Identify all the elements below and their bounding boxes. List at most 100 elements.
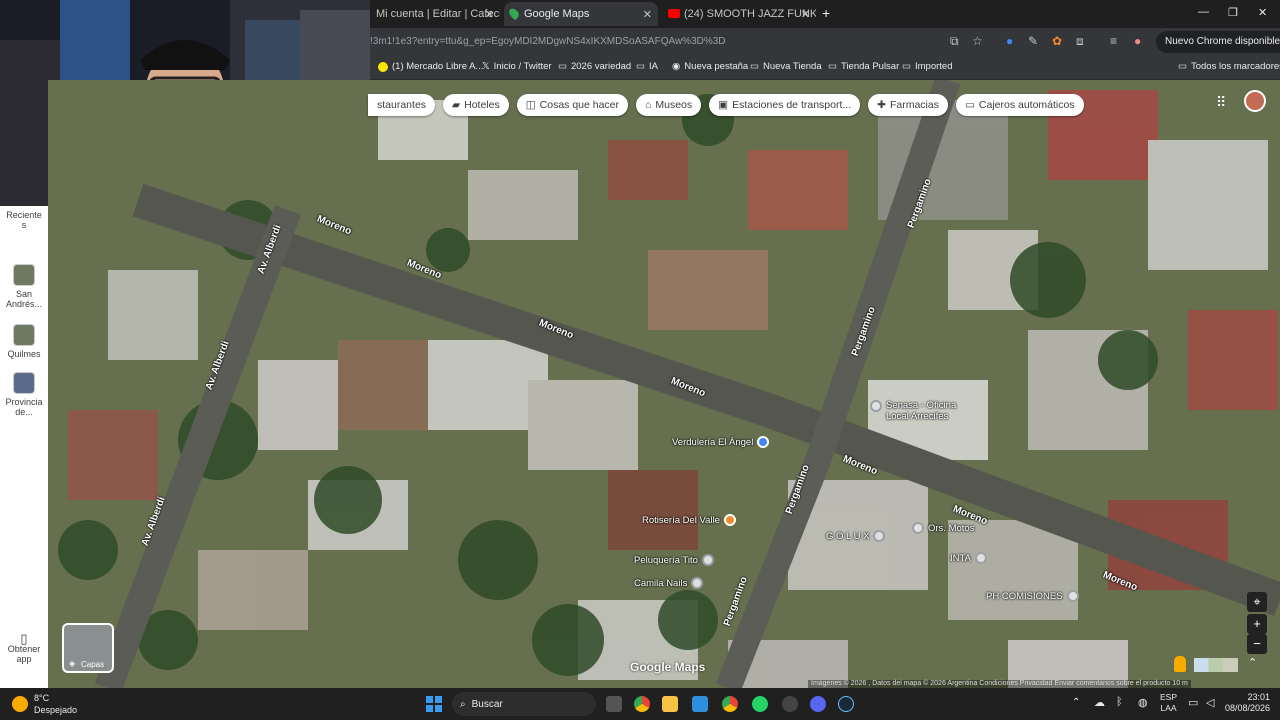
my-location-button[interactable]: ⌖	[1247, 592, 1267, 612]
bookmark-item[interactable]: ▭ Nueva Tienda	[750, 61, 822, 72]
whatsapp-icon[interactable]	[752, 696, 768, 712]
close-icon[interactable]: ✕	[485, 8, 494, 21]
globe-icon: ◉	[672, 61, 681, 72]
bluetooth-icon[interactable]: ᛒ	[1116, 696, 1123, 708]
poi-label: PH COMISIONES	[986, 590, 1063, 602]
chip-transit[interactable]: ▣ Estaciones de transport...	[709, 94, 861, 116]
poi-rotiseria[interactable]: Rotisería Del Valle	[642, 514, 736, 526]
poi-inta[interactable]: INTA	[950, 552, 987, 564]
bookmark-item[interactable]: ◉ Nueva pestaña	[672, 61, 748, 72]
chrome-icon[interactable]	[722, 696, 738, 712]
bookmark-label: (1) Mercado Libre A...	[392, 61, 484, 72]
folder-icon: ▭	[558, 61, 567, 72]
imagery-thumbnails[interactable]	[1194, 658, 1238, 672]
chip-museums[interactable]: ⌂ Museos	[636, 94, 702, 116]
poi-golux[interactable]: G O L U X	[826, 530, 886, 542]
minimize-button[interactable]: —	[1198, 6, 1209, 18]
chrome-update-pill[interactable]: Nuevo Chrome disponible ⋮	[1156, 31, 1280, 53]
poi-camila-nails[interactable]: Camila Nails	[634, 577, 704, 589]
sidebar-item-san-andres[interactable]: San Andrés...	[0, 264, 48, 309]
extension-icon[interactable]: ✿	[1052, 34, 1062, 48]
zoom-out-button[interactable]: −	[1247, 634, 1267, 654]
get-app-button[interactable]: ▯ Obtener app	[0, 631, 48, 664]
extension-icon[interactable]: ✎	[1028, 34, 1038, 48]
poi-pin-icon	[870, 400, 882, 412]
poi-label: Rotisería Del Valle	[642, 514, 720, 526]
avatar[interactable]: ●	[1134, 34, 1141, 48]
bookmark-item[interactable]: 𝕏 Inicio / Twitter	[482, 61, 552, 72]
chip-atm[interactable]: ▭ Cajeros automáticos	[955, 94, 1084, 116]
phone-icon: ▯	[20, 631, 28, 646]
layers-button[interactable]: ◈ Capas	[62, 623, 114, 673]
file-explorer-icon[interactable]	[662, 696, 678, 712]
sidebar-item-recents[interactable]: Recientes	[0, 210, 48, 230]
install-icon[interactable]: ⧉	[950, 34, 959, 49]
window-close-button[interactable]: ✕	[1258, 6, 1267, 19]
bookmark-item[interactable]: ▭ Imported	[902, 61, 952, 72]
tab-youtube[interactable]: (24) SMOOTH JAZZ FUNK FLOW ✕	[662, 2, 816, 26]
apps-grid-icon[interactable]: ⠿	[1216, 94, 1226, 111]
tab-label: (24) SMOOTH JAZZ FUNK FLOW	[684, 8, 816, 20]
zoom-in-button[interactable]: +	[1247, 614, 1267, 634]
chip-label: Estaciones de transport...	[732, 99, 852, 111]
poi-senasa[interactable]: Senasa - Oficina Local Arrecifes	[870, 400, 956, 422]
onedrive-icon[interactable]: ☁	[1094, 696, 1105, 709]
maximize-button[interactable]: ❐	[1228, 6, 1238, 19]
account-avatar[interactable]	[1244, 90, 1266, 112]
poi-ph-comisiones[interactable]: PH COMISIONES	[986, 590, 1079, 602]
vscode-icon[interactable]	[692, 696, 708, 712]
chip-pharmacies[interactable]: ✚ Farmacias	[868, 94, 948, 116]
chip-restaurants[interactable]: staurantes	[368, 94, 436, 116]
windows-start-icon[interactable]	[426, 696, 442, 712]
bookmark-item[interactable]: (1) Mercado Libre A...	[378, 61, 483, 72]
poi-label: Ors. Motos	[928, 522, 975, 534]
food-pin-icon	[723, 514, 736, 526]
puzzle-icon[interactable]: ⧈	[1076, 34, 1084, 49]
chrome-icon[interactable]	[634, 696, 650, 712]
all-bookmarks[interactable]: ▭ Todos los marcadores	[1178, 61, 1280, 72]
bookmark-label: Imported	[914, 61, 953, 72]
sidebar-item-quilmes[interactable]: Quilmes	[0, 324, 48, 359]
star-icon[interactable]: ☆	[972, 34, 983, 48]
lang-indicator[interactable]: ESP LAA	[1160, 692, 1177, 714]
taskbar-search[interactable]: ⌕ Buscar	[452, 692, 596, 716]
bookmark-label: Inicio / Twitter	[493, 61, 552, 72]
maps-pin-icon	[507, 6, 521, 21]
bookmark-item[interactable]: ▭ IA	[636, 61, 658, 72]
poi-label: Peluquería Tito	[634, 554, 698, 566]
pegman-icon[interactable]	[1174, 656, 1186, 672]
new-tab-button[interactable]: +	[822, 5, 830, 21]
sidebar-item-provincia[interactable]: Provincia de...	[0, 372, 48, 417]
extension-icon[interactable]: ●	[1006, 34, 1013, 48]
obs-icon[interactable]	[782, 696, 798, 712]
poi-peluqueria[interactable]: Peluquería Tito	[634, 554, 714, 566]
chip-label: Hoteles	[464, 99, 500, 111]
poi-pin-icon	[974, 552, 987, 564]
bookmark-item[interactable]: ▭ Tienda Pulsar	[828, 61, 899, 72]
bookmark-item[interactable]: ▭ 2026 variedad	[558, 61, 631, 72]
weather-temp: 8°C	[34, 693, 50, 703]
lang-label: ESP	[1160, 692, 1178, 702]
category-chips: staurantes ▰ Hoteles ◫ Cosas que hacer ⌂ Mu…	[368, 94, 1084, 116]
close-icon[interactable]: ✕	[801, 8, 810, 21]
weather-icon[interactable]	[12, 696, 28, 712]
expand-icon[interactable]: ⌃	[1248, 656, 1257, 669]
poi-ors-motos[interactable]: Ors. Motos	[912, 522, 974, 534]
reading-list-icon[interactable]: ≡	[1110, 34, 1117, 48]
mercadolibre-icon	[378, 61, 388, 72]
tab-google-maps[interactable]: Google Maps ✕	[504, 2, 658, 26]
clock[interactable]: 23:01 08/08/2026	[1214, 692, 1270, 714]
chip-things-to-do[interactable]: ◫ Cosas que hacer	[516, 94, 629, 116]
poi-verduleria[interactable]: Verdulería El Ángel	[672, 436, 770, 448]
discord-icon[interactable]	[810, 696, 826, 712]
steam-icon[interactable]	[838, 696, 854, 712]
task-view-icon[interactable]	[606, 696, 622, 712]
chevron-up-icon[interactable]: ⌃	[1072, 697, 1080, 708]
close-icon[interactable]: ✕	[643, 8, 652, 21]
satellite-map[interactable]: staurantes ▰ Hoteles ◫ Cosas que hacer ⌂ Mu…	[48, 80, 1280, 688]
microphone-icon[interactable]: ◍	[1138, 696, 1148, 709]
url-field[interactable]: !3m1!1e3?entry=ttu&g_ep=EgoyMDI2MDgwNS4x…	[370, 36, 726, 47]
network-icon[interactable]: ▭	[1188, 696, 1198, 709]
chip-hotels[interactable]: ▰ Hoteles	[443, 94, 509, 116]
tab-cafecito[interactable]: Mi cuenta | Editar | Cafecito ✕	[368, 2, 500, 26]
